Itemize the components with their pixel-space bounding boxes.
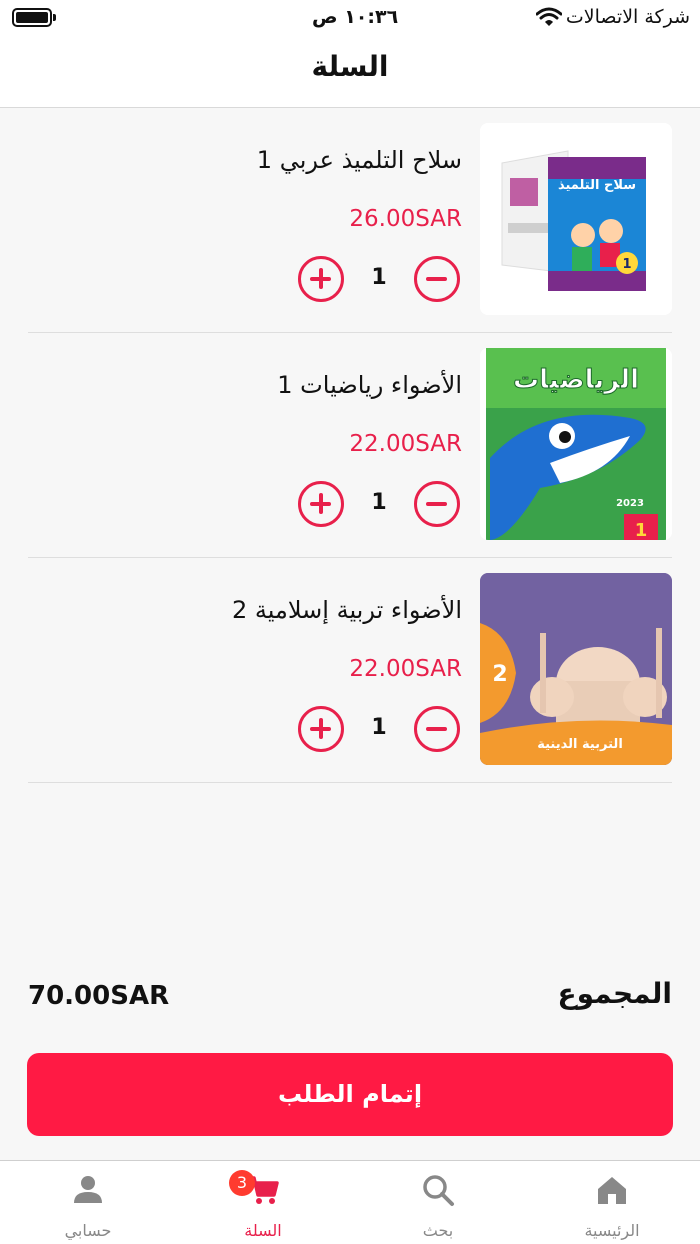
svg-text:2023: 2023 bbox=[616, 498, 644, 509]
nav-label-home: الرئيسية bbox=[584, 1221, 640, 1240]
increase-quantity-button[interactable] bbox=[298, 706, 344, 752]
cart-count-badge: 3 bbox=[229, 1170, 255, 1196]
carrier-name: شركة الاتصالات bbox=[565, 6, 690, 28]
quantity-value: 1 bbox=[371, 265, 387, 290]
svg-text:2: 2 bbox=[492, 662, 507, 687]
decrease-quantity-button[interactable] bbox=[414, 481, 460, 527]
quantity-value: 1 bbox=[371, 490, 387, 515]
decrease-quantity-button[interactable] bbox=[414, 256, 460, 302]
svg-text:1: 1 bbox=[622, 257, 631, 272]
cover-title: التربية الدينية bbox=[537, 737, 623, 752]
total-amount: 70.00SAR bbox=[28, 981, 170, 1011]
status-bar: ١٠:٣٦ ص شركة الاتصالات bbox=[0, 0, 700, 36]
status-time: ١٠:٣٦ ص bbox=[312, 6, 399, 28]
decrease-quantity-button[interactable] bbox=[414, 706, 460, 752]
svg-text:1: 1 bbox=[635, 520, 648, 540]
cart-item: 2 التربية الدينية الأضواء تربية إسلامية … bbox=[28, 558, 672, 783]
nav-label-search: بحث bbox=[422, 1221, 454, 1240]
bottom-nav: الرئيسية بحث 3 السلة حسابي bbox=[0, 1160, 700, 1244]
search-icon bbox=[423, 1175, 454, 1206]
nav-item-cart[interactable]: 3 السلة bbox=[203, 1161, 323, 1244]
product-name[interactable]: الأضواء رياضيات 1 bbox=[277, 371, 462, 399]
cart-item: الرياضيات 1 2023 الأضواء رياضيات 1 22.00… bbox=[28, 333, 672, 558]
increase-quantity-button[interactable] bbox=[298, 256, 344, 302]
nav-item-home[interactable]: الرئيسية bbox=[552, 1161, 672, 1244]
nav-label-cart: السلة bbox=[244, 1221, 282, 1240]
cart-total: 70.00SAR المجموع bbox=[28, 975, 672, 1019]
product-name[interactable]: الأضواء تربية إسلامية 2 bbox=[232, 596, 462, 624]
product-name[interactable]: سلاح التلميذ عربي 1 bbox=[257, 146, 462, 174]
product-image[interactable]: سلاح التلميذ 1 bbox=[480, 123, 672, 315]
home-icon bbox=[598, 1177, 626, 1204]
product-image[interactable]: 2 التربية الدينية bbox=[480, 573, 672, 765]
cover-title: سلاح التلميذ bbox=[558, 178, 636, 193]
person-icon bbox=[74, 1176, 102, 1203]
wifi-icon bbox=[536, 7, 562, 26]
product-price: 22.00SAR bbox=[349, 431, 462, 457]
product-image[interactable]: الرياضيات 1 2023 bbox=[480, 348, 672, 540]
nav-item-account[interactable]: حسابي bbox=[28, 1161, 148, 1244]
nav-label-account: حسابي bbox=[64, 1221, 112, 1240]
increase-quantity-button[interactable] bbox=[298, 481, 344, 527]
product-price: 26.00SAR bbox=[349, 206, 462, 232]
checkout-button[interactable]: إتمام الطلب bbox=[27, 1053, 673, 1136]
app-header: السلة bbox=[0, 36, 700, 108]
product-price: 22.00SAR bbox=[349, 656, 462, 682]
nav-item-search[interactable]: بحث bbox=[378, 1161, 498, 1244]
battery-icon bbox=[12, 8, 56, 27]
cover-title: الرياضيات bbox=[513, 365, 639, 395]
page-title: السلة bbox=[311, 50, 389, 83]
quantity-value: 1 bbox=[371, 715, 387, 740]
cart-item: سلاح التلميذ 1 سلاح التلميذ عربي 1 26.00… bbox=[28, 108, 672, 333]
total-label: المجموع bbox=[557, 977, 672, 1010]
